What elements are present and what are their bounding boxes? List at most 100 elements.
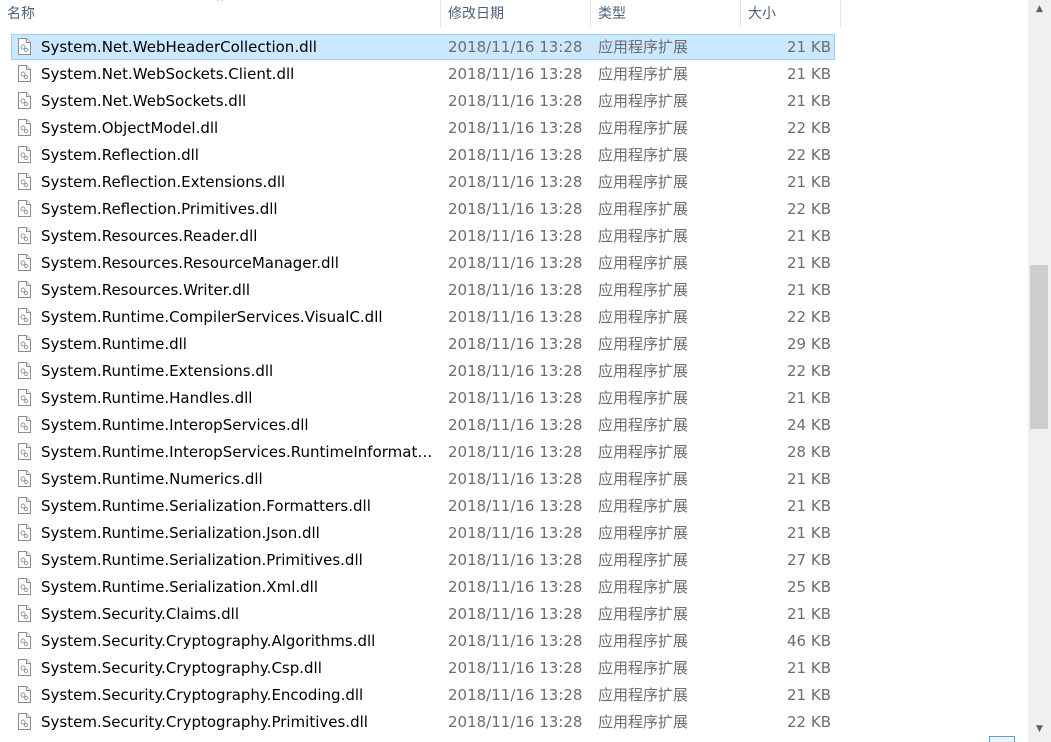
file-name: System.Resources.Writer.dll — [41, 281, 251, 299]
dll-file-icon — [18, 551, 31, 568]
file-row[interactable]: System.Net.WebSockets.Client.dll 2018/11/… — [0, 61, 1028, 88]
file-size: 22 KB — [787, 713, 831, 731]
dll-file-icon — [18, 227, 31, 244]
dll-file-icon — [18, 173, 31, 190]
file-row[interactable]: System.Reflection.Extensions.dll 2018/11/… — [0, 169, 1028, 196]
file-row[interactable]: System.Security.Cryptography.Csp.dll 2018… — [0, 655, 1028, 682]
file-row[interactable]: System.Net.WebHeaderCollection.dll 2018/1… — [0, 34, 1028, 61]
column-header-bar: 名称 ^ 修改日期 类型 大小 — [0, 0, 1028, 28]
dll-file-icon — [18, 308, 31, 325]
scrollbar-thumb[interactable] — [1030, 265, 1048, 429]
column-header-size[interactable]: 大小 — [741, 0, 841, 28]
file-size: 21 KB — [787, 686, 831, 704]
file-type: 应用程序扩展 — [598, 173, 689, 191]
file-type: 应用程序扩展 — [598, 92, 689, 110]
dll-file-icon — [18, 659, 31, 676]
file-row[interactable]: System.Runtime.InteropServices.dll 2018/1… — [0, 412, 1028, 439]
file-row[interactable]: System.Resources.Writer.dll 2018/11/16 13… — [0, 277, 1028, 304]
file-name: System.Net.WebSockets.Client.dll — [41, 65, 295, 83]
file-row[interactable]: System.Runtime.Serialization.Xml.dll 2018… — [0, 574, 1028, 601]
file-type: 应用程序扩展 — [598, 470, 689, 488]
file-name: System.Runtime.Serialization.Json.dll — [41, 524, 320, 542]
file-date-modified: 2018/11/16 13:28 — [448, 497, 583, 515]
file-date-modified: 2018/11/16 13:28 — [448, 38, 583, 56]
file-row[interactable]: System.Runtime.Numerics.dll 2018/11/16 13… — [0, 466, 1028, 493]
file-date-modified: 2018/11/16 13:28 — [448, 686, 583, 704]
file-date-modified: 2018/11/16 13:28 — [448, 173, 583, 191]
file-name: System.Runtime.Numerics.dll — [41, 470, 263, 488]
file-size: 21 KB — [787, 470, 831, 488]
file-name: System.Security.Cryptography.Primitives.… — [41, 713, 368, 731]
file-date-modified: 2018/11/16 13:28 — [448, 65, 583, 83]
file-row[interactable]: System.Reflection.Primitives.dll 2018/11/… — [0, 196, 1028, 223]
file-name: System.Net.WebHeaderCollection.dll — [41, 38, 317, 56]
file-name: System.Runtime.Serialization.Formatters.… — [41, 497, 371, 515]
file-type: 应用程序扩展 — [598, 335, 689, 353]
file-row[interactable]: System.Runtime.Serialization.Primitives.… — [0, 547, 1028, 574]
file-name: System.Runtime.dll — [41, 335, 187, 353]
file-size: 21 KB — [787, 659, 831, 677]
dll-file-icon — [18, 362, 31, 379]
file-row[interactable]: System.Runtime.Serialization.Json.dll 201… — [0, 520, 1028, 547]
dll-file-icon — [18, 389, 31, 406]
file-type: 应用程序扩展 — [598, 497, 689, 515]
sort-ascending-icon: ^ — [216, 0, 225, 8]
file-date-modified: 2018/11/16 13:28 — [448, 119, 583, 137]
file-name: System.Reflection.Primitives.dll — [41, 200, 278, 218]
file-name: System.Resources.ResourceManager.dll — [41, 254, 339, 272]
dll-file-icon — [18, 254, 31, 271]
file-size: 28 KB — [787, 443, 831, 461]
file-row[interactable]: System.Net.WebSockets.dll 2018/11/16 13:2… — [0, 88, 1028, 115]
file-name: System.Reflection.Extensions.dll — [41, 173, 286, 191]
file-type: 应用程序扩展 — [598, 713, 689, 731]
file-size: 21 KB — [787, 497, 831, 515]
file-row[interactable]: System.Security.Claims.dll 2018/11/16 13:… — [0, 601, 1028, 628]
file-date-modified: 2018/11/16 13:28 — [448, 308, 583, 326]
dll-file-icon — [18, 524, 31, 541]
file-row[interactable]: System.Security.Cryptography.Encoding.dl… — [0, 682, 1028, 709]
file-row[interactable]: System.Runtime.Handles.dll 2018/11/16 13:… — [0, 385, 1028, 412]
file-type: 应用程序扩展 — [598, 362, 689, 380]
file-name: System.Security.Claims.dll — [41, 605, 239, 623]
file-size: 21 KB — [787, 524, 831, 542]
chevron-down-icon[interactable]: ▼ — [1028, 720, 1051, 738]
file-row[interactable]: System.Runtime.InteropServices.RuntimeIn… — [0, 439, 1028, 466]
chevron-up-icon[interactable]: ▲ — [1028, 0, 1051, 18]
file-type: 应用程序扩展 — [598, 146, 689, 164]
file-row[interactable]: System.Resources.Reader.dll 2018/11/16 13… — [0, 223, 1028, 250]
column-header-name[interactable]: 名称 ^ — [0, 0, 441, 28]
dll-file-icon — [18, 497, 31, 514]
file-name: System.Runtime.Handles.dll — [41, 389, 253, 407]
file-date-modified: 2018/11/16 13:28 — [448, 335, 583, 353]
file-date-modified: 2018/11/16 13:28 — [448, 632, 583, 650]
file-row[interactable]: System.Security.Cryptography.Primitives.… — [0, 709, 1028, 736]
file-row[interactable]: System.ObjectModel.dll 2018/11/16 13:28 应用… — [0, 115, 1028, 142]
file-row[interactable]: System.Runtime.CompilerServices.VisualC.… — [0, 304, 1028, 331]
file-name: System.Net.WebSockets.dll — [41, 92, 247, 110]
file-row[interactable]: System.Security.Cryptography.Algorithms.… — [0, 628, 1028, 655]
file-row[interactable]: System.Runtime.Extensions.dll 2018/11/16 … — [0, 358, 1028, 385]
file-type: 应用程序扩展 — [598, 227, 689, 245]
file-type: 应用程序扩展 — [598, 200, 689, 218]
dll-file-icon — [18, 686, 31, 703]
file-type: 应用程序扩展 — [598, 254, 689, 272]
vertical-scrollbar[interactable]: ▲ ▼ — [1028, 0, 1051, 742]
column-header-date[interactable]: 修改日期 — [441, 0, 591, 28]
file-name: System.Runtime.InteropServices.RuntimeIn… — [41, 443, 433, 461]
file-size: 21 KB — [787, 38, 831, 56]
file-date-modified: 2018/11/16 13:28 — [448, 416, 583, 434]
file-date-modified: 2018/11/16 13:28 — [448, 470, 583, 488]
file-name: System.Runtime.Serialization.Xml.dll — [41, 578, 318, 596]
file-row[interactable]: System.Reflection.dll 2018/11/16 13:28 应用程… — [0, 142, 1028, 169]
dll-file-icon — [18, 470, 31, 487]
file-size: 21 KB — [787, 65, 831, 83]
file-row[interactable]: System.Resources.ResourceManager.dll 2018… — [0, 250, 1028, 277]
file-type: 应用程序扩展 — [598, 524, 689, 542]
file-row[interactable]: System.Runtime.Serialization.Formatters.… — [0, 493, 1028, 520]
dll-file-icon — [18, 443, 31, 460]
dll-file-icon — [18, 200, 31, 217]
file-size: 21 KB — [787, 254, 831, 272]
file-row[interactable]: System.Runtime.dll 2018/11/16 13:28 应用程序扩展… — [0, 331, 1028, 358]
column-header-type[interactable]: 类型 — [591, 0, 741, 28]
file-size: 46 KB — [787, 632, 831, 650]
